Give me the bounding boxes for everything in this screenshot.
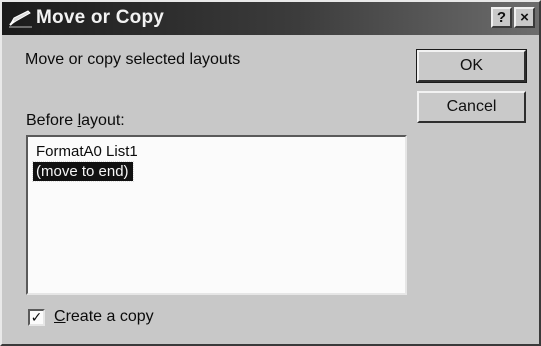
- pencil-icon: [9, 10, 32, 28]
- before-layout-label: Before layout:: [26, 112, 125, 130]
- create-copy-label[interactable]: Create a copy: [54, 308, 154, 326]
- cancel-button[interactable]: Cancel: [417, 91, 526, 123]
- window-title: Move or Copy: [36, 7, 165, 28]
- label-part: reate a copy: [65, 308, 154, 325]
- list-item[interactable]: FormatA0 List1: [33, 142, 142, 161]
- list-item-selected[interactable]: (move to end): [32, 161, 134, 182]
- move-or-copy-dialog: Move or Copy ? × Move or copy selected l…: [0, 0, 541, 346]
- layout-listbox[interactable]: FormatA0 List1 (move to end): [26, 135, 407, 295]
- create-copy-checkbox[interactable]: ✓: [28, 309, 45, 326]
- label-accelerator: C: [54, 308, 66, 325]
- ok-button[interactable]: OK: [416, 49, 527, 83]
- close-button[interactable]: ×: [514, 7, 535, 28]
- title-bar[interactable]: Move or Copy ? ×: [2, 2, 539, 35]
- dialog-description: Move or copy selected layouts: [25, 51, 241, 68]
- label-part: Before: [26, 112, 78, 129]
- help-button[interactable]: ?: [491, 7, 512, 28]
- label-part: ayout:: [81, 112, 125, 129]
